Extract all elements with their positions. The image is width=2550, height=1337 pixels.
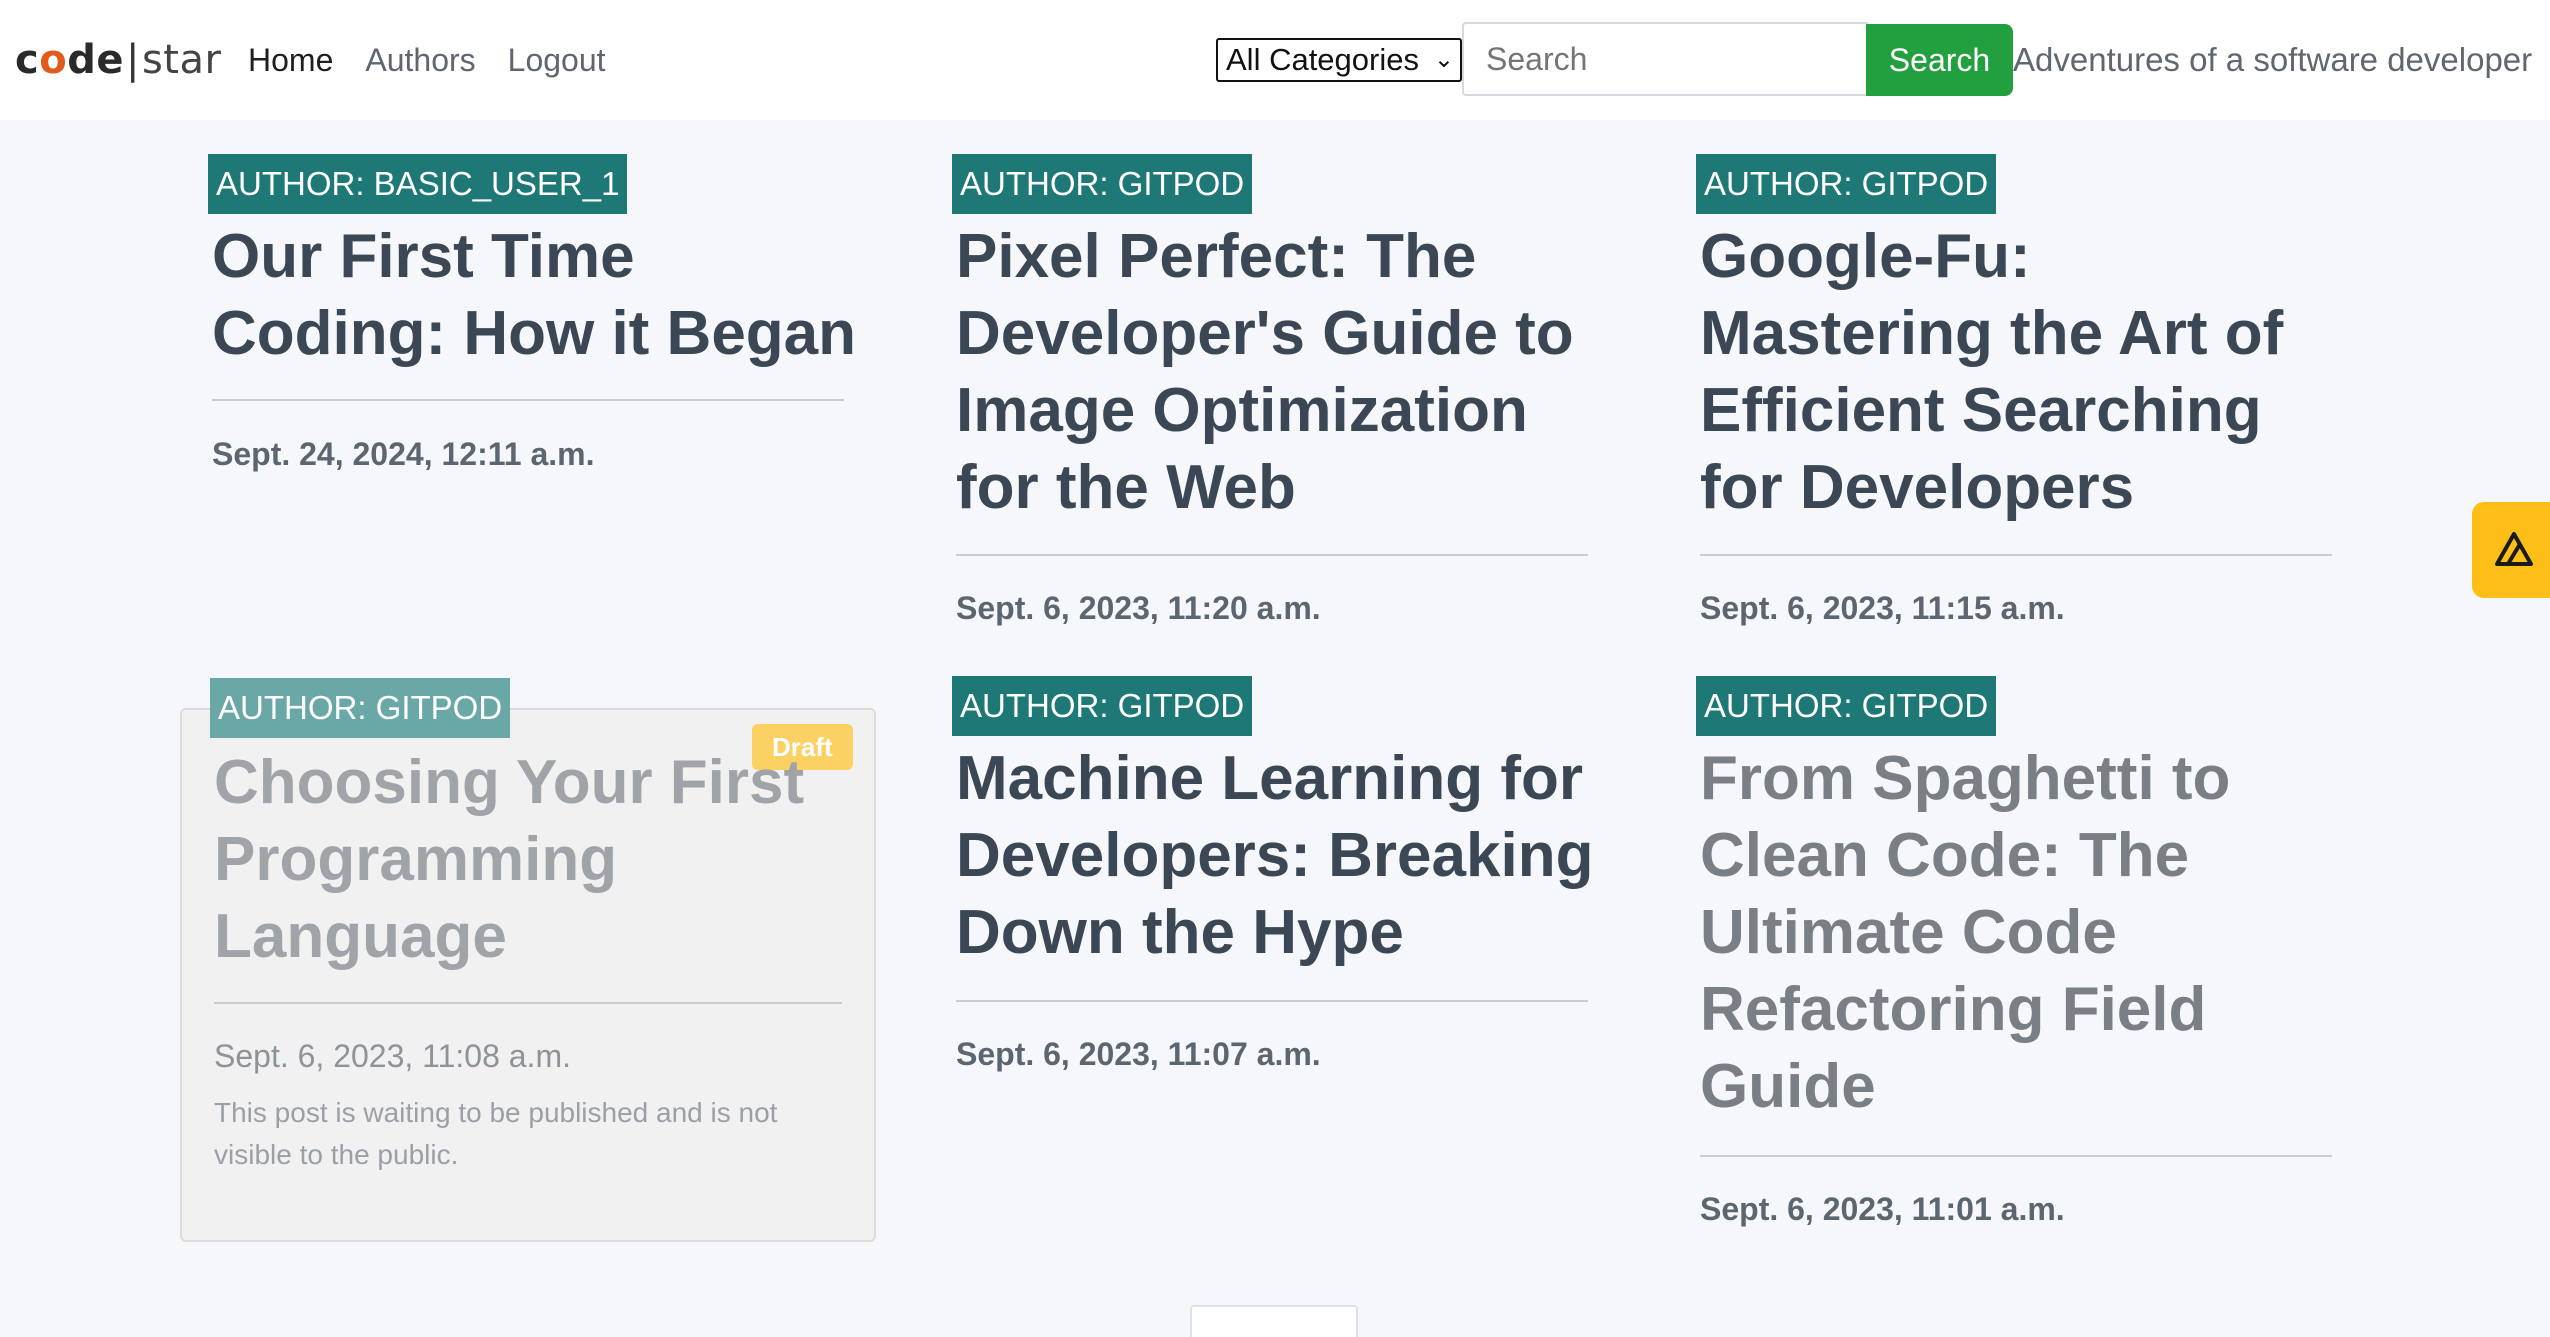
post-date: Sept. 6, 2023, 11:15 a.m. <box>1700 590 2065 626</box>
post-date: Sept. 6, 2023, 11:08 a.m. <box>214 1038 571 1074</box>
post-title[interactable]: Machine Learning for Developers: Breakin… <box>956 740 1596 971</box>
search-button[interactable]: Search <box>1866 24 2013 96</box>
author-badge: AUTHOR: GITPOD <box>210 678 511 738</box>
author-badge: AUTHOR: GITPOD <box>952 676 1253 736</box>
author-badge: AUTHOR: GITPOD <box>1696 154 1997 214</box>
nav-logout-link[interactable]: Logout <box>508 38 606 82</box>
post-title[interactable]: Choosing Your First Programming Language <box>214 744 834 975</box>
brand-star: star <box>141 37 222 83</box>
pagination[interactable] <box>1190 1305 1358 1337</box>
vercel-toolbar-icon <box>2495 532 2533 566</box>
brand-separator: | <box>125 37 140 83</box>
vercel-toolbar-button[interactable] <box>2472 502 2550 598</box>
post-divider <box>1700 554 2332 556</box>
author-badge: AUTHOR: GITPOD <box>952 154 1253 214</box>
search-input[interactable] <box>1462 22 1868 96</box>
post-title[interactable]: Our First Time Coding: How it Began <box>212 218 872 372</box>
brand-code: code <box>15 37 124 83</box>
post-title[interactable]: Google-Fu: Mastering the Art of Efficien… <box>1700 218 2340 526</box>
brand-logo[interactable]: code|star <box>15 32 221 88</box>
post-date: Sept. 6, 2023, 11:07 a.m. <box>956 1036 1321 1072</box>
post-title[interactable]: Pixel Perfect: The Developer's Guide to … <box>956 218 1596 526</box>
nav-authors-link[interactable]: Authors <box>365 38 475 82</box>
category-select[interactable]: All Categories ⌄ <box>1216 38 1462 82</box>
author-badge: AUTHOR: GITPOD <box>1696 676 1997 736</box>
draft-notice: This post is waiting to be published and… <box>214 1097 778 1170</box>
nav-home-link[interactable]: Home <box>248 38 333 82</box>
site-tagline: Adventures of a software developer <box>2013 41 2533 78</box>
post-divider <box>1700 1155 2332 1157</box>
post-date: Sept. 6, 2023, 11:01 a.m. <box>1700 1191 2065 1227</box>
nav-links: Home Authors Logout <box>248 38 606 82</box>
post-divider <box>956 1000 1588 1002</box>
post-divider <box>214 1002 842 1004</box>
category-select-value: All Categories <box>1226 42 1419 77</box>
post-divider <box>212 399 844 401</box>
post-date: Sept. 24, 2024, 12:11 a.m. <box>212 436 595 472</box>
post-date: Sept. 6, 2023, 11:20 a.m. <box>956 590 1321 626</box>
author-badge: AUTHOR: BASIC_USER_1 <box>208 154 628 214</box>
chevron-down-icon: ⌄ <box>1433 46 1454 73</box>
post-title[interactable]: From Spaghetti to Clean Code: The Ultima… <box>1700 740 2340 1125</box>
top-navbar: code|star Home Authors Logout All Catego… <box>0 0 2550 120</box>
post-divider <box>956 554 1588 556</box>
